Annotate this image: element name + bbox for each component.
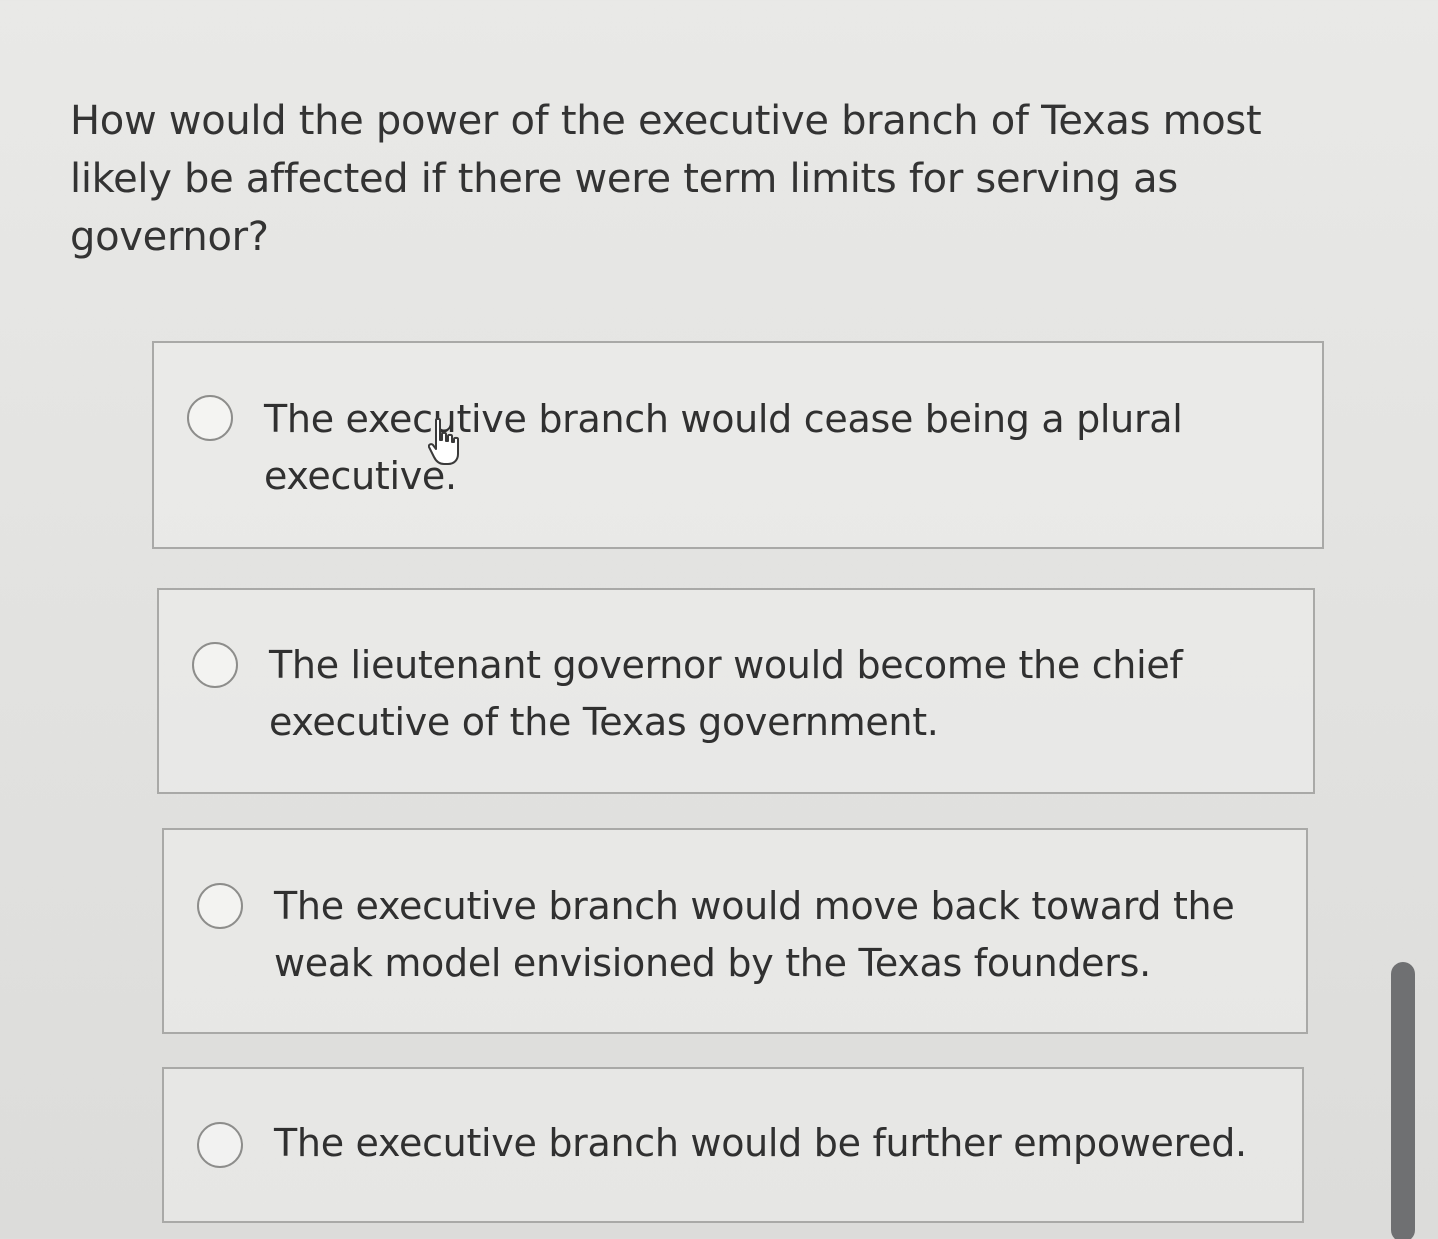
radio-button-option-3[interactable] — [197, 883, 243, 929]
answer-option-3[interactable]: The executive branch would move back tow… — [162, 828, 1308, 1034]
question-text: How would the power of the executive bra… — [70, 98, 1262, 260]
answer-option-2[interactable]: The lieutenant governor would become the… — [157, 588, 1315, 794]
answer-option-4[interactable]: The executive branch would be further em… — [162, 1067, 1304, 1223]
radio-button-option-2[interactable] — [192, 642, 238, 688]
hand-pointer-icon — [428, 418, 459, 465]
answer-option-2-label: The lieutenant governor would become the… — [269, 643, 1183, 744]
scrollbar-thumb[interactable] — [1391, 962, 1415, 1239]
answer-option-1[interactable]: The executive branch would cease being a… — [152, 341, 1324, 549]
quiz-page: How would the power of the executive bra… — [0, 0, 1438, 1239]
radio-button-option-4[interactable] — [197, 1122, 243, 1168]
radio-button-option-1[interactable] — [187, 395, 233, 441]
answer-option-1-label: The executive branch would cease being a… — [264, 397, 1183, 498]
answer-option-3-label: The executive branch would move back tow… — [274, 884, 1235, 985]
answer-option-4-label: The executive branch would be further em… — [274, 1121, 1247, 1165]
